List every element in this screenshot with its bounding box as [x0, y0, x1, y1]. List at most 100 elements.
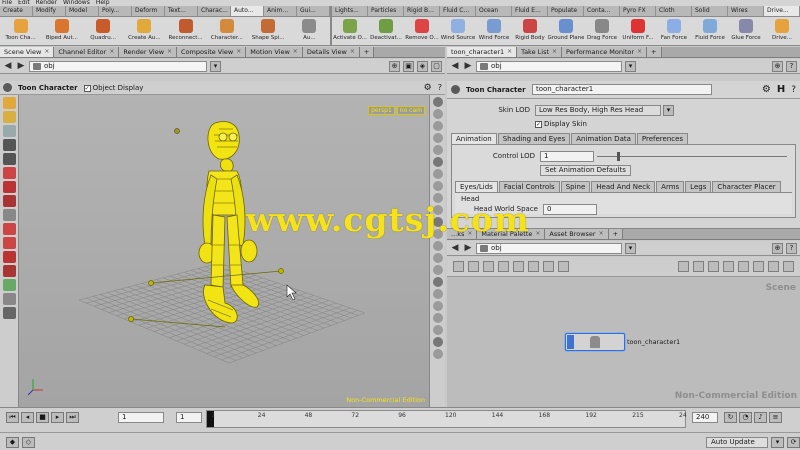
- forward-arrow-icon[interactable]: ▶: [463, 243, 473, 254]
- tool-icon[interactable]: [3, 223, 16, 235]
- network-view-icon[interactable]: [783, 261, 794, 272]
- right-path-field[interactable]: obj: [476, 60, 622, 72]
- shelf-tool[interactable]: Remove O...: [404, 17, 440, 45]
- tool-icon[interactable]: [3, 265, 16, 277]
- shelf-tab[interactable]: Ocean: [476, 6, 512, 16]
- step-back-icon[interactable]: ◂: [21, 412, 34, 423]
- add-tab-icon[interactable]: +: [359, 47, 375, 57]
- shelf-tool[interactable]: Shape Spi...: [248, 17, 289, 45]
- shelf-tab[interactable]: Solid: [692, 6, 728, 16]
- network-view-icon[interactable]: [768, 261, 779, 272]
- shelf-tool[interactable]: Drag Force: [584, 17, 620, 45]
- auto-update-menu[interactable]: Auto Update: [706, 436, 768, 448]
- shelf-tool[interactable]: Fan Force: [656, 17, 692, 45]
- pin-icon[interactable]: ⊕: [772, 60, 783, 72]
- shelf-tab[interactable]: Pyro FX: [620, 6, 656, 16]
- tool-icon[interactable]: [3, 293, 16, 305]
- shelf-tool[interactable]: Create Au...: [124, 17, 165, 45]
- display-option-icon[interactable]: [433, 181, 443, 191]
- tool-icon[interactable]: [3, 279, 16, 291]
- pane-tab[interactable]: Channel Editor ×: [54, 47, 120, 57]
- display-option-icon[interactable]: [433, 325, 443, 335]
- play-icon[interactable]: ▸: [51, 412, 64, 423]
- path-dropdown-button[interactable]: ▾: [625, 60, 636, 72]
- view-options-icon[interactable]: ◈: [417, 60, 428, 72]
- pane-tab[interactable]: Details View ×: [302, 47, 360, 57]
- display-option-icon[interactable]: [433, 241, 443, 251]
- update-icon[interactable]: ⟳: [787, 436, 800, 448]
- close-icon[interactable]: ×: [350, 47, 355, 57]
- parameter-tab[interactable]: Shading and Eyes: [497, 133, 571, 144]
- sound-icon[interactable]: ♪: [754, 412, 767, 423]
- pane-tab[interactable]: Scene View ×: [0, 47, 55, 57]
- tool-icon[interactable]: [3, 97, 16, 109]
- tool-icon[interactable]: [3, 181, 16, 193]
- network-view-icon[interactable]: [738, 261, 749, 272]
- parameter-tab[interactable]: Animation: [451, 133, 497, 144]
- shelf-tab[interactable]: Create: [0, 6, 33, 16]
- key-remove-icon[interactable]: ◇: [22, 436, 35, 448]
- network-view-icon[interactable]: [708, 261, 719, 272]
- help-icon[interactable]: ?: [438, 83, 442, 92]
- frame-scrubber[interactable]: 1 24 48 72 96 120 144 168 192 215 24: [206, 410, 687, 428]
- shelf-tool[interactable]: Fluid Force: [692, 17, 728, 45]
- close-icon[interactable]: ×: [507, 47, 512, 57]
- left-path-field[interactable]: obj: [29, 60, 207, 72]
- network-view-icon[interactable]: [693, 261, 704, 272]
- tool-icon[interactable]: [3, 237, 16, 249]
- node-display-flag-icon[interactable]: [567, 335, 574, 349]
- animation-sub-tab[interactable]: Facial Controls: [498, 181, 560, 192]
- pane-tab[interactable]: Asset Browser ×: [545, 229, 609, 239]
- scene-viewport[interactable]: persp1 no cam Non-Commercial Edition: [19, 95, 429, 407]
- animation-sub-tab[interactable]: Arms: [656, 181, 685, 192]
- close-icon[interactable]: ×: [637, 47, 642, 57]
- shelf-tab[interactable]: Gui...: [297, 6, 330, 16]
- path-dropdown-button[interactable]: ▾: [210, 60, 221, 72]
- network-view-icon[interactable]: [753, 261, 764, 272]
- shelf-tab[interactable]: Cloth: [656, 6, 692, 16]
- shelf-tab[interactable]: Drive...: [764, 6, 800, 16]
- shelf-tab[interactable]: Charac...: [198, 6, 231, 16]
- animation-sub-tab[interactable]: Legs: [685, 181, 712, 192]
- display-option-icon[interactable]: [433, 265, 443, 275]
- tool-icon[interactable]: [3, 125, 16, 137]
- object-display-toggle[interactable]: ✓ Object Display: [83, 84, 143, 92]
- network-path-field[interactable]: obj: [476, 242, 622, 254]
- end-frame-field[interactable]: 240: [692, 412, 718, 423]
- parameter-tab[interactable]: Preferences: [636, 133, 689, 144]
- display-option-icon[interactable]: [433, 157, 443, 167]
- shelf-tab[interactable]: Fluid C...: [440, 6, 476, 16]
- shelf-tool[interactable]: Rigid Body: [512, 17, 548, 45]
- help-icon[interactable]: ?: [786, 242, 797, 254]
- shelf-tool[interactable]: Ground Plane: [548, 17, 584, 45]
- path-dropdown-button[interactable]: ▾: [625, 242, 636, 254]
- display-option-icon[interactable]: [433, 349, 443, 359]
- control-lod-field[interactable]: 1: [540, 150, 594, 162]
- shelf-tool[interactable]: Biped Aut...: [41, 17, 82, 45]
- start-frame-field[interactable]: 1: [176, 412, 202, 423]
- tool-icon[interactable]: [3, 307, 16, 319]
- display-option-icon[interactable]: [433, 145, 443, 155]
- toon-character-node[interactable]: [565, 333, 625, 351]
- shelf-tool[interactable]: Character...: [206, 17, 247, 45]
- network-view-icon[interactable]: [678, 261, 689, 272]
- node-name-field[interactable]: toon_character1: [532, 84, 712, 95]
- shelf-tab[interactable]: Poly...: [99, 6, 132, 16]
- close-icon[interactable]: ×: [599, 229, 604, 239]
- shelf-tab[interactable]: Model: [66, 6, 99, 16]
- shelf-tool[interactable]: Quadru...: [83, 17, 124, 45]
- network-tool-icon[interactable]: [528, 261, 539, 272]
- network-tool-icon[interactable]: [543, 261, 554, 272]
- shelf-tool[interactable]: Toon Cha...: [0, 17, 41, 45]
- shelf-tab[interactable]: Particles: [368, 6, 404, 16]
- display-option-icon[interactable]: [433, 337, 443, 347]
- parameter-tab[interactable]: Animation Data: [571, 133, 636, 144]
- close-icon[interactable]: ×: [552, 47, 557, 57]
- display-option-icon[interactable]: [433, 313, 443, 323]
- realtime-icon[interactable]: ◔: [739, 412, 752, 423]
- pin-icon[interactable]: ⊕: [772, 242, 783, 254]
- shelf-tool[interactable]: Glue Force: [728, 17, 764, 45]
- pane-tab[interactable]: toon_character1 ×: [447, 47, 518, 57]
- options-icon[interactable]: ≡: [769, 412, 782, 423]
- display-skin-checkbox[interactable]: ✓: [535, 120, 542, 128]
